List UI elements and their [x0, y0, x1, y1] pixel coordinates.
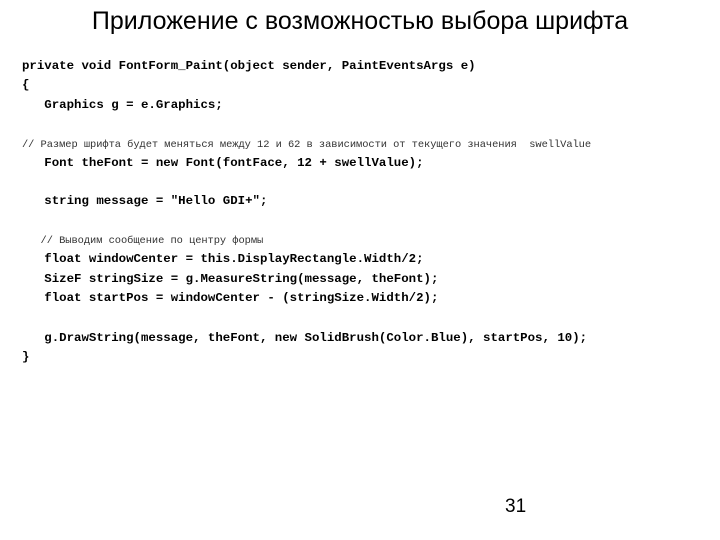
code-line-open-brace: { [22, 78, 30, 92]
code-line-graphics-decl: Graphics g = e.Graphics; [22, 98, 223, 112]
code-comment-center: // Выводим сообщение по центру формы [22, 235, 264, 247]
page-number: 31 [505, 496, 527, 517]
code-line-string-size: SizeF stringSize = g.MeasureString(messa… [22, 272, 439, 286]
code-comment-font-size: // Размер шрифта будет меняться между 12… [22, 139, 592, 151]
slide-title: Приложение с возможностью выбора шрифта [91, 7, 629, 35]
code-line-message-decl: string message = "Hello GDI+"; [22, 194, 268, 208]
code-line-font-decl: Font theFont = new Font(fontFace, 12 + s… [22, 156, 424, 170]
code-line-start-pos: float startPos = windowCenter - (stringS… [22, 291, 439, 305]
code-line-method-signature: private void FontForm_Paint(object sende… [22, 59, 476, 73]
code-line-window-center: float windowCenter = this.DisplayRectang… [22, 252, 424, 266]
code-line-draw-string: g.DrawString(message, theFont, new Solid… [22, 331, 588, 345]
code-line-close-brace: } [22, 350, 30, 364]
